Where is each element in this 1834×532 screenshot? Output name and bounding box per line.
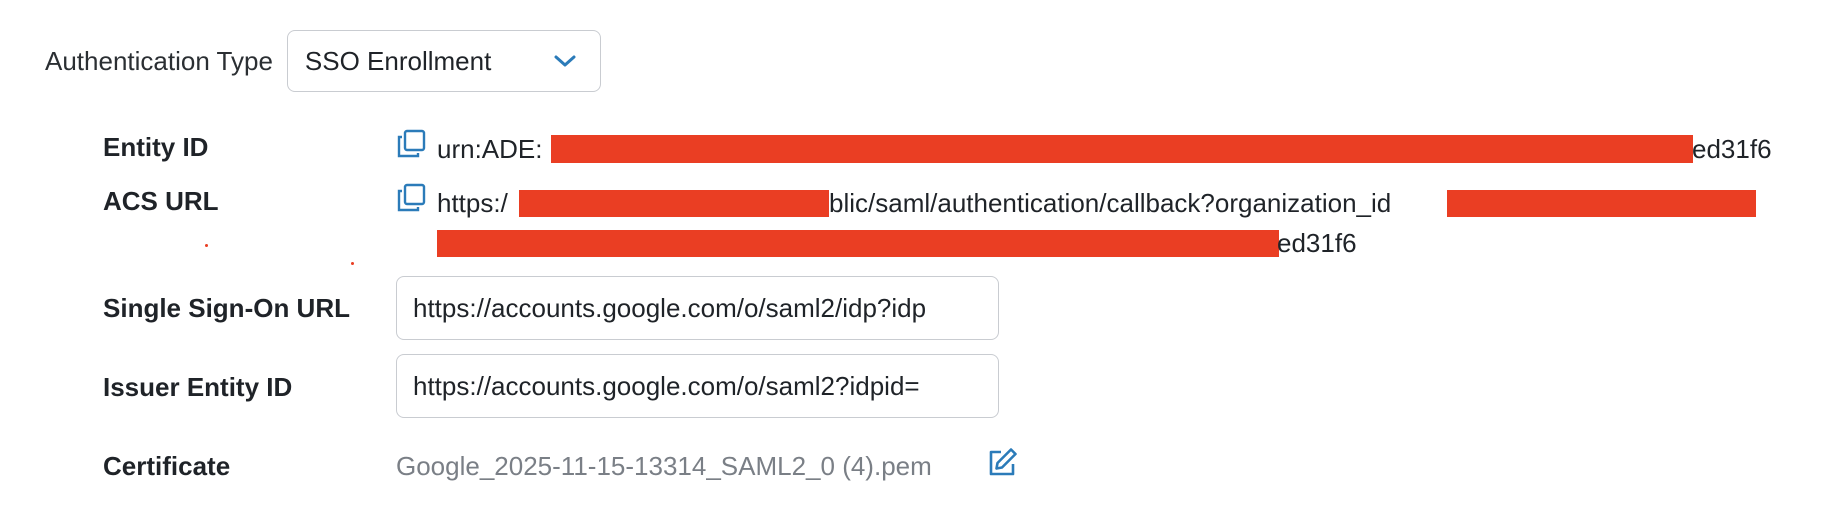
copy-icon[interactable]: [396, 183, 426, 213]
edit-icon[interactable]: [986, 447, 1018, 479]
certificate-filename[interactable]: Google_2025-11-15-13314_SAML2_0 (4).pem: [396, 451, 932, 482]
chevron-down-icon: [552, 48, 578, 74]
acs-url-value-middle: blic/saml/authentication/callback?organi…: [829, 188, 1392, 218]
single-sign-on-url-input[interactable]: [396, 276, 999, 340]
acs-url-value-prefix: https:/: [437, 188, 508, 218]
certificate-label: Certificate: [103, 451, 231, 481]
issuer-entity-id-label: Issuer Entity ID: [103, 372, 293, 402]
redaction-bar: [519, 190, 829, 217]
redaction-speck: [205, 244, 208, 247]
entity-id-value-suffix: ed31f6: [1692, 134, 1772, 164]
authentication-type-label: Authentication Type: [45, 45, 273, 76]
acs-url-value-line2-suffix: ed31f6: [1277, 228, 1357, 258]
single-sign-on-url-label: Single Sign-On URL: [103, 293, 350, 323]
authentication-type-select[interactable]: SSO Enrollment: [286, 30, 601, 92]
redaction-bar: [437, 230, 1279, 257]
acs-url-label: ACS URL: [103, 186, 219, 216]
redaction-bar: [1447, 190, 1756, 217]
issuer-entity-id-input[interactable]: [396, 354, 999, 418]
authentication-type-value: SSO Enrollment: [304, 45, 492, 76]
entity-id-value-prefix: urn:ADE:: [437, 134, 543, 164]
redaction-speck: [351, 262, 354, 265]
entity-id-label: Entity ID: [103, 132, 209, 162]
copy-icon[interactable]: [396, 129, 426, 159]
redaction-bar: [551, 135, 1693, 163]
authentication-type-row: Authentication Type SSO Enrollment: [45, 30, 601, 92]
